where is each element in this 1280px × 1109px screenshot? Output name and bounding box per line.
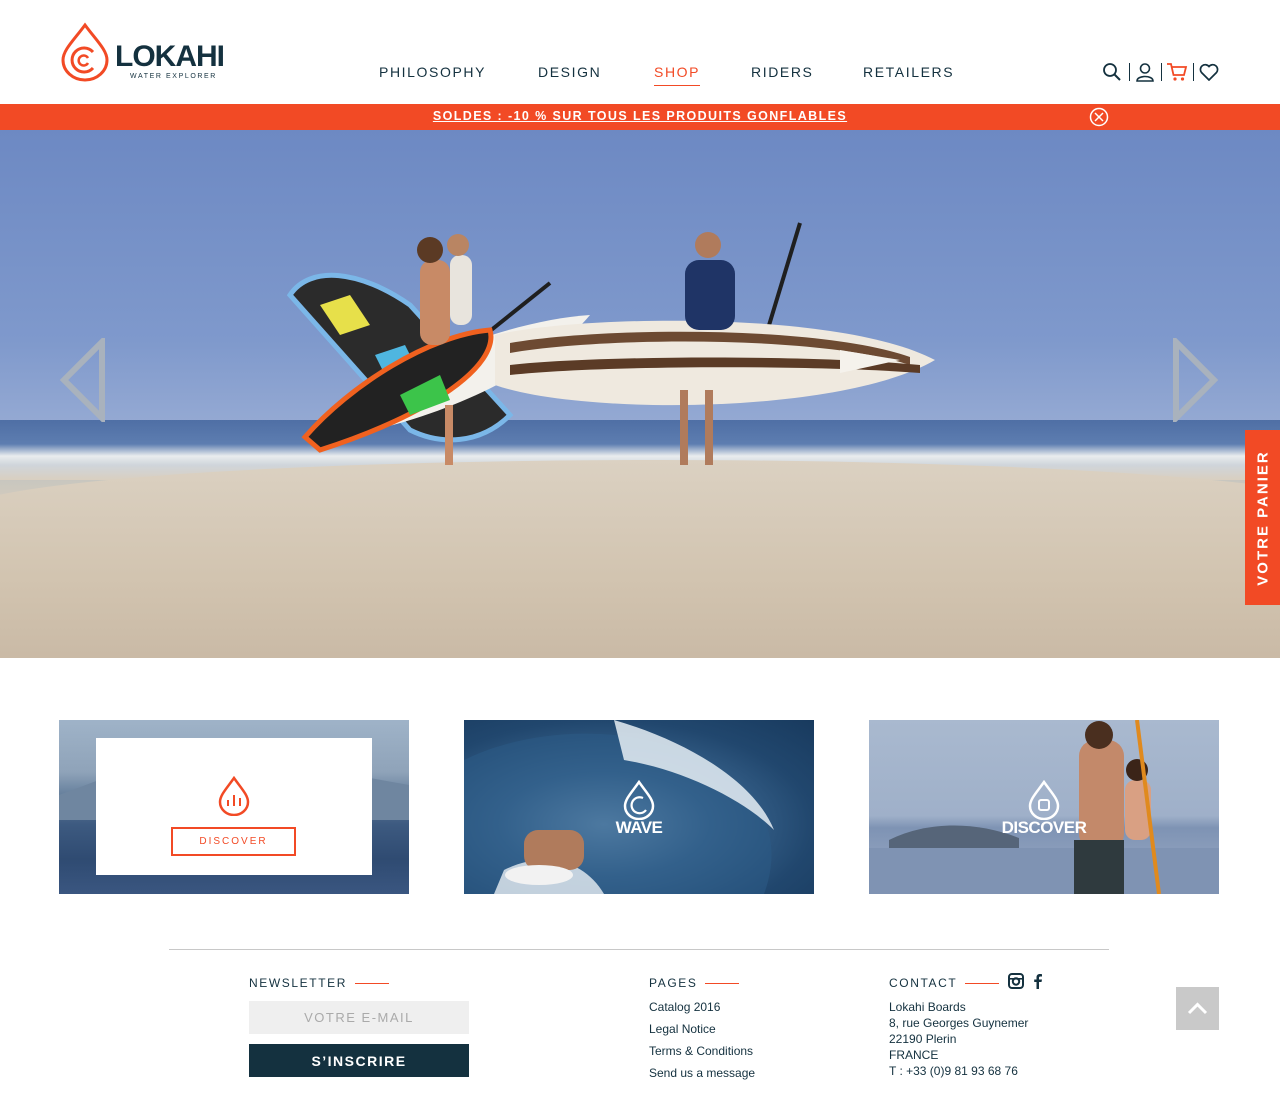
footer-link-terms[interactable]: Terms & Conditions bbox=[649, 1044, 753, 1058]
promo-link[interactable]: SOLDES : -10 % SUR TOUS LES PRODUITS GON… bbox=[0, 109, 1280, 123]
hero-sand bbox=[0, 460, 1280, 658]
main-nav: PHILOSOPHY DESIGN SHOP RIDERS RETAILERS bbox=[0, 64, 1280, 88]
tile-label-wave: WAVE bbox=[615, 818, 663, 837]
back-to-top-button[interactable] bbox=[1176, 987, 1219, 1030]
tile-label-discover: DISCOVER bbox=[1001, 818, 1087, 837]
contact-heading: CONTACT bbox=[889, 976, 999, 990]
tool-divider bbox=[1193, 63, 1194, 81]
close-icon[interactable] bbox=[1089, 107, 1109, 127]
contact-line: 22190 Plerin bbox=[889, 1032, 957, 1046]
tool-divider bbox=[1129, 63, 1130, 81]
drop-bars-icon bbox=[218, 776, 250, 816]
hero-image bbox=[286, 222, 935, 465]
chevron-right-icon[interactable] bbox=[1170, 334, 1220, 426]
chevron-left-icon[interactable] bbox=[58, 334, 108, 426]
pages-heading: PAGES bbox=[649, 976, 739, 990]
drop-square-icon bbox=[1028, 780, 1060, 820]
cart-icon[interactable] bbox=[1165, 60, 1189, 84]
promo-banner: SOLDES : -10 % SUR TOUS LES PRODUITS GON… bbox=[0, 104, 1280, 130]
nav-item-riders[interactable]: RIDERS bbox=[751, 64, 814, 80]
contact-line: FRANCE bbox=[889, 1048, 939, 1062]
footer-link-catalog[interactable]: Catalog 2016 bbox=[649, 1000, 720, 1014]
drop-wave-icon bbox=[623, 780, 655, 820]
cart-side-tab[interactable]: VOTRE PANIER bbox=[1245, 430, 1280, 605]
footer-link-message[interactable]: Send us a message bbox=[649, 1066, 755, 1080]
tool-divider bbox=[1161, 63, 1162, 81]
contact-line: Lokahi Boards bbox=[889, 1000, 966, 1014]
nav-item-retailers[interactable]: RETAILERS bbox=[863, 64, 954, 80]
search-icon[interactable] bbox=[1100, 60, 1124, 84]
cart-side-tab-label: VOTRE PANIER bbox=[1254, 449, 1271, 586]
nav-item-design[interactable]: DESIGN bbox=[538, 64, 601, 80]
nav-item-philosophy[interactable]: PHILOSOPHY bbox=[379, 64, 486, 80]
contact-phone: T : +33 (0)9 81 93 68 76 bbox=[889, 1064, 1018, 1078]
contact-line: 8, rue Georges Guynemer bbox=[889, 1016, 1029, 1030]
instagram-icon[interactable] bbox=[1007, 972, 1025, 990]
footer-divider bbox=[169, 949, 1109, 950]
category-tile-wave[interactable]: WAVE bbox=[464, 720, 814, 894]
category-tile-discover-sea[interactable]: DISCOVER bbox=[59, 720, 409, 894]
hero-slider bbox=[0, 130, 1280, 658]
tile-hover-card: DISCOVER bbox=[96, 738, 372, 875]
subscribe-button[interactable]: S’INSCRIRE bbox=[249, 1044, 469, 1077]
facebook-icon[interactable] bbox=[1029, 972, 1047, 990]
site-header: LOKAHI WATER EXPLORER PHILOSOPHY DESIGN … bbox=[0, 0, 1280, 104]
discover-button[interactable]: DISCOVER bbox=[171, 827, 296, 856]
user-icon[interactable] bbox=[1133, 60, 1157, 84]
newsletter-email-input[interactable] bbox=[249, 1001, 469, 1034]
chevron-up-icon bbox=[1187, 1002, 1208, 1015]
heart-icon[interactable] bbox=[1197, 60, 1221, 84]
nav-item-shop[interactable]: SHOP bbox=[654, 64, 701, 86]
category-tile-discover[interactable]: DISCOVER bbox=[869, 720, 1219, 894]
newsletter-heading: NEWSLETTER bbox=[249, 976, 389, 990]
footer-link-legal[interactable]: Legal Notice bbox=[649, 1022, 716, 1036]
